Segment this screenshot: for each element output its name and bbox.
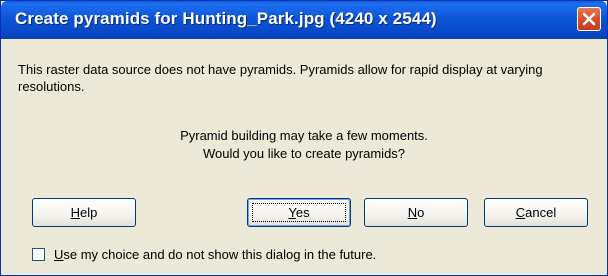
window-title: Create pyramids for Hunting_Park.jpg (42…: [15, 9, 437, 28]
help-label: elp: [80, 205, 98, 220]
help-mnemonic: H: [70, 205, 81, 220]
close-button[interactable]: [577, 7, 601, 31]
title-bar[interactable]: Create pyramids for Hunting_Park.jpg (42…: [1, 1, 607, 39]
no-mnemonic: N: [407, 205, 418, 220]
intro-message: This raster data source does not have py…: [18, 62, 543, 94]
message-line-2: Would you like to create pyramids?: [202, 146, 406, 161]
yes-button[interactable]: Yes: [247, 198, 351, 227]
focus-rectangle: [252, 203, 346, 222]
help-button[interactable]: Help: [32, 198, 136, 227]
close-icon: [582, 12, 596, 26]
no-label: o: [417, 205, 425, 220]
dont-show-again-label[interactable]: Use my choice and do not show this dialo…: [54, 246, 376, 264]
message-line-1: Pyramid building may take a few moments.: [180, 128, 428, 143]
cancel-button[interactable]: Cancel: [484, 198, 588, 227]
checkbox-label-text: se my choice and do not show this dialog…: [63, 247, 377, 262]
dont-show-again-checkbox[interactable]: [32, 248, 45, 261]
checkbox-mnemonic: U: [54, 247, 64, 262]
create-pyramids-dialog: Create pyramids for Hunting_Park.jpg (42…: [0, 0, 608, 276]
cancel-label: ancel: [525, 205, 557, 220]
no-button[interactable]: No: [364, 198, 468, 227]
cancel-mnemonic: C: [515, 205, 526, 220]
